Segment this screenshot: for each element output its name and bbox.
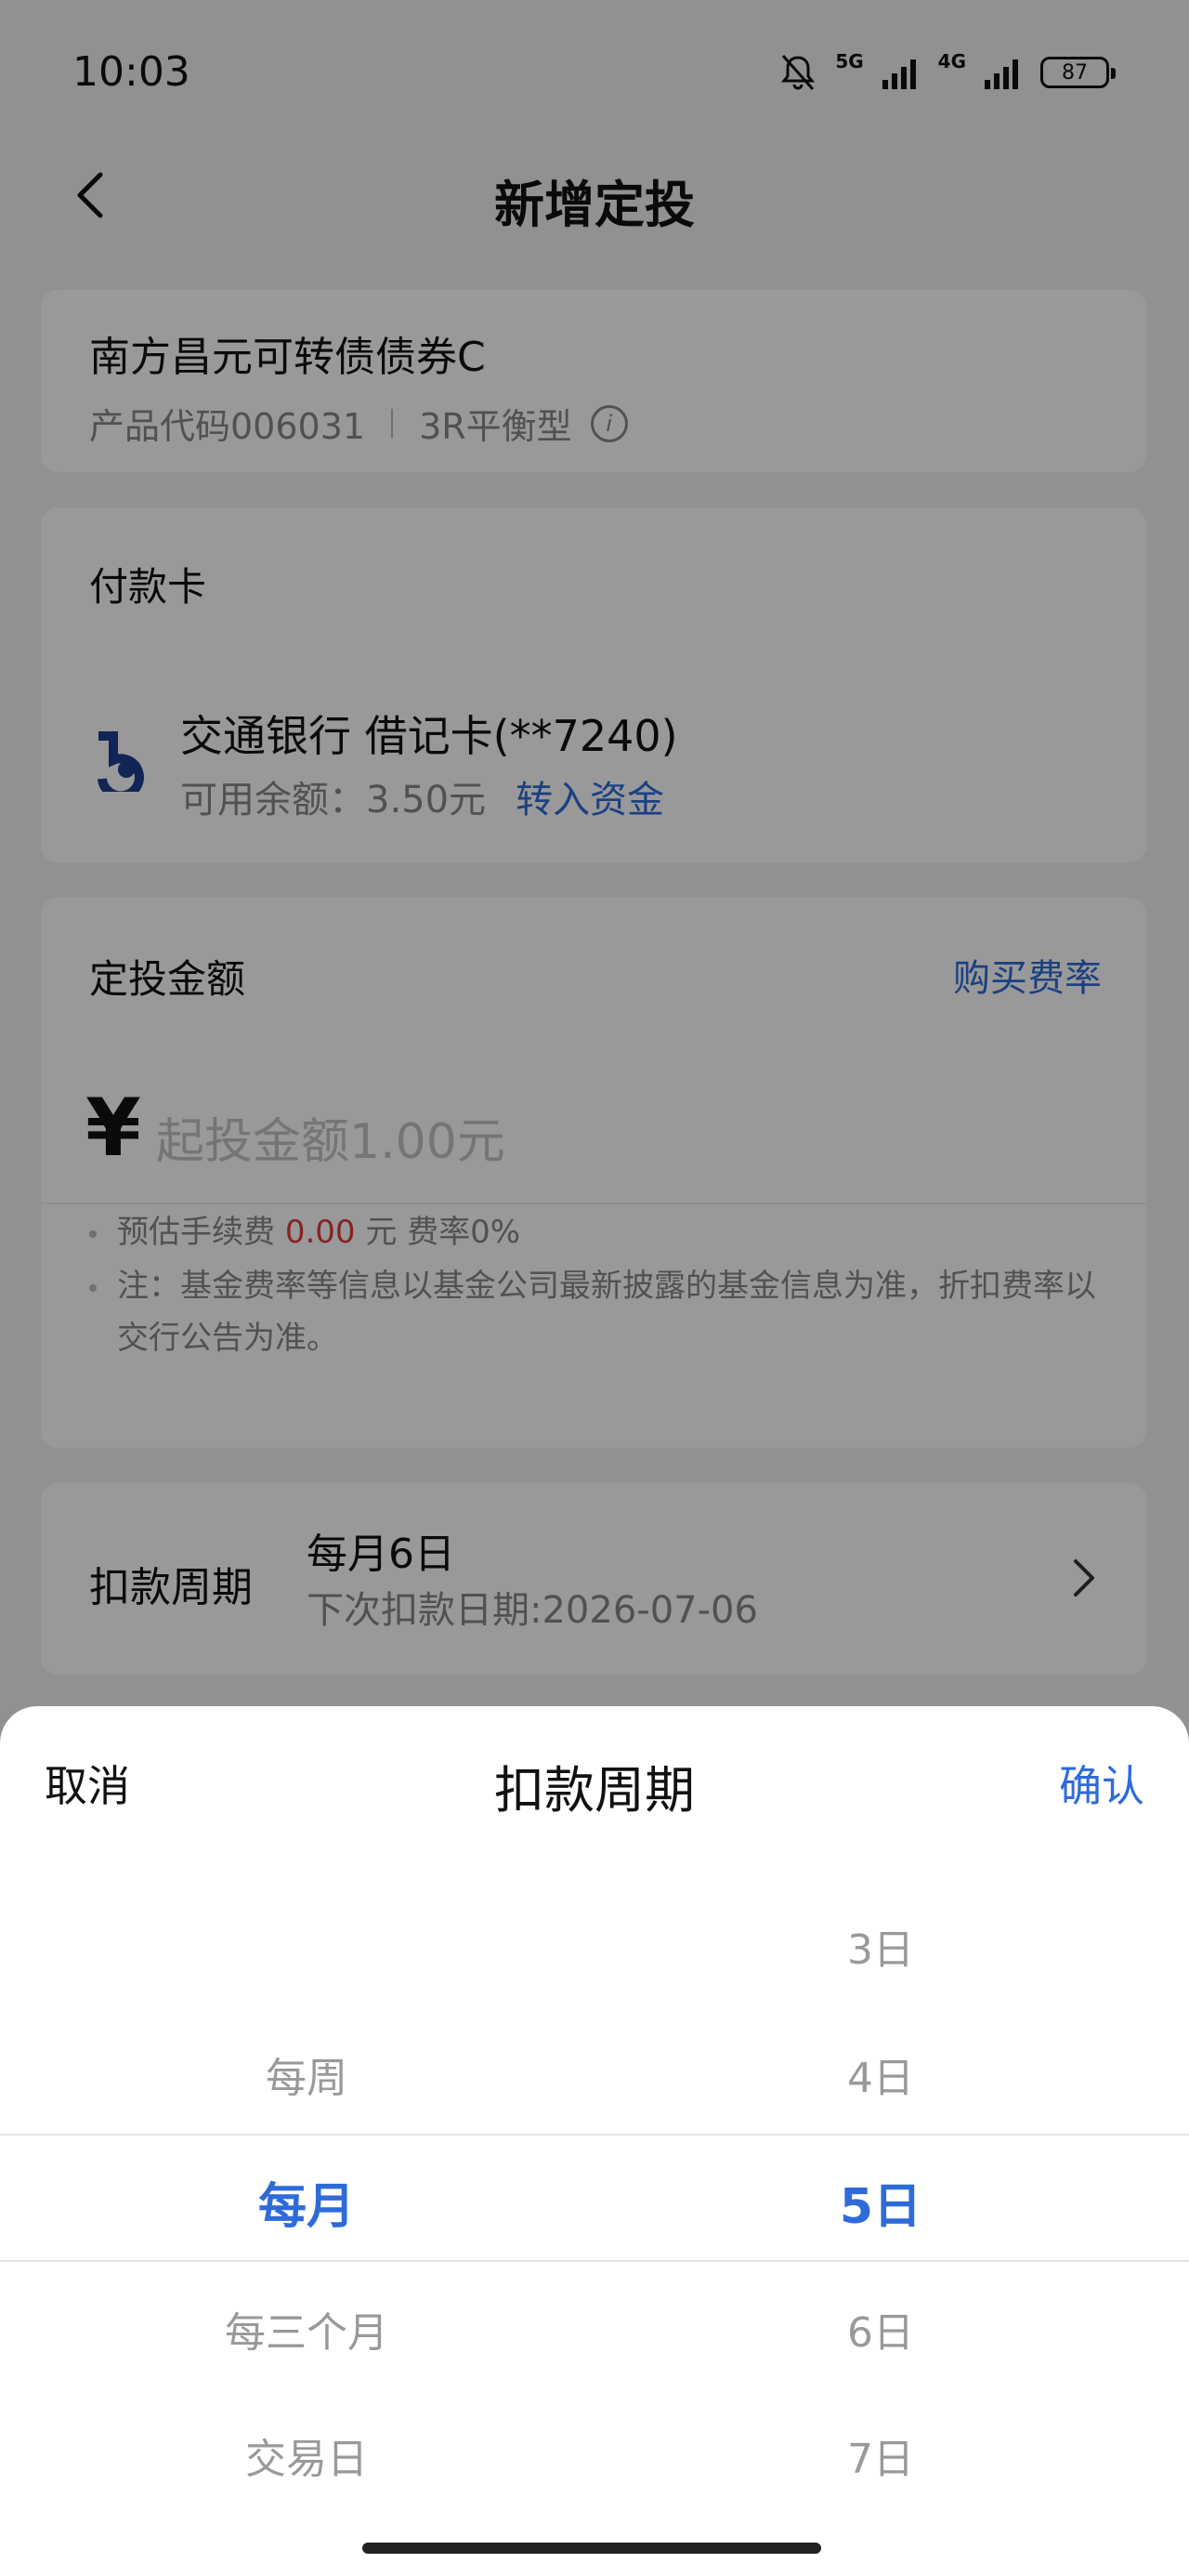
day-option[interactable]: 4日 xyxy=(621,2044,1141,2104)
day-option-selected[interactable]: 5日 xyxy=(621,2167,1141,2237)
selection-line-top xyxy=(0,2134,1189,2136)
confirm-button[interactable]: 确认 xyxy=(1059,1753,1144,1814)
period-option-selected[interactable]: 每月 xyxy=(46,2167,567,2237)
period-option[interactable]: 交易日 xyxy=(46,2425,567,2485)
cancel-button[interactable]: 取消 xyxy=(45,1753,130,1814)
day-option[interactable]: 3日 xyxy=(621,1916,1141,1976)
day-option[interactable]: 7日 xyxy=(621,2425,1141,2485)
period-option[interactable]: 每三个月 xyxy=(46,2299,567,2359)
selection-line-bottom xyxy=(0,2260,1189,2262)
period-option[interactable]: 每周 xyxy=(46,2044,567,2104)
day-option[interactable]: 6日 xyxy=(621,2299,1141,2359)
cycle-picker-sheet: 取消 扣款周期 确认 每周 每月 每三个月 交易日 3日 4日 5日 6日 7日 xyxy=(0,1706,1189,2576)
home-indicator[interactable] xyxy=(362,2543,821,2554)
picker-title: 扣款周期 xyxy=(494,1761,695,1820)
